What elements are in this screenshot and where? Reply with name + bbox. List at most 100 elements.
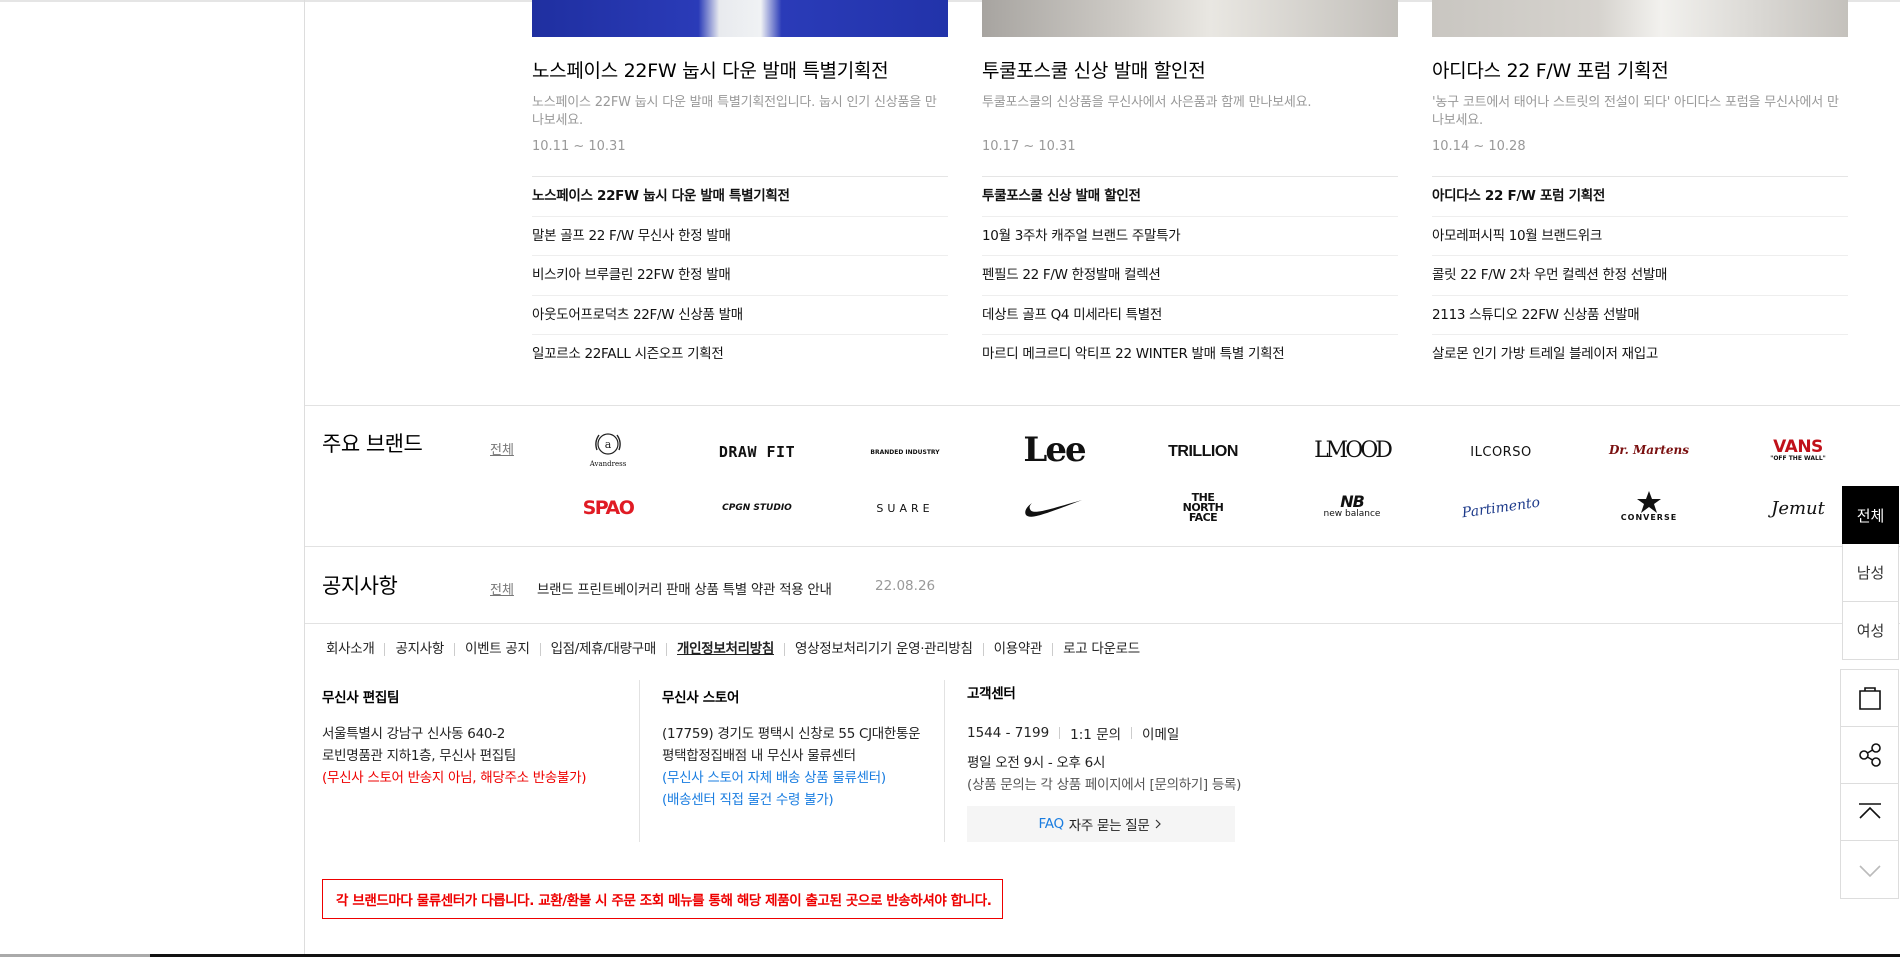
contact-row: 1544 - 7199 1:1 문의 이메일 (967, 723, 1241, 743)
tab-men[interactable]: 남성 (1842, 544, 1899, 602)
chevron-down-icon (1858, 864, 1881, 877)
brand-tagline: "OFF THE WALL" (1770, 454, 1826, 462)
event-title[interactable]: 노스페이스 22FW 눕시 다운 발매 특별기획전 (532, 56, 948, 83)
event-link[interactable]: 2113 스튜디오 22FW 신상품 선발매 (1432, 296, 1848, 335)
footer-link-event-notice[interactable]: 이벤트 공지 (453, 642, 540, 656)
svg-text:a: a (605, 438, 612, 451)
event-link[interactable]: 10월 3주차 캐주얼 브랜드 주말특가 (982, 217, 1398, 256)
brand-logo-converse[interactable]: CONVERSE (1589, 484, 1709, 528)
notice-section: 공지사항 전체 브랜드 프린트베이커리 판매 상품 특별 약관 적용 안내 22… (305, 548, 1900, 624)
address-line: 평택합정집배점 내 무신사 물류센터 (662, 748, 856, 764)
event-banner-image[interactable] (1432, 0, 1848, 37)
share-icon (1858, 743, 1881, 767)
address-line: 서울특별시 강남구 신사동 640-2 (322, 726, 506, 742)
footer-link-notice[interactable]: 공지사항 (384, 642, 453, 656)
event-link-list: 노스페이스 22FW 눕시 다운 발매 특별기획전 말본 골프 22 F/W 무… (532, 176, 948, 375)
separator (1131, 727, 1133, 739)
brand-logo-cpgn-studio[interactable]: CPGN STUDIO (697, 486, 817, 530)
event-link[interactable]: 투쿨포스쿨 신상 발매 할인전 (982, 177, 1398, 217)
footer-col-title: 무신사 편집팀 (322, 690, 400, 706)
share-button[interactable] (1841, 727, 1898, 784)
laurel-emblem-icon: a (595, 433, 621, 455)
event-date: 10.14 ~ 10.28 (1432, 139, 1526, 154)
event-link[interactable]: 말본 골프 22 F/W 무신사 한정 발매 (532, 217, 948, 256)
event-link[interactable]: 비스키아 브루클린 22FW 한정 발매 (532, 256, 948, 296)
event-link[interactable]: 아디다스 22 F/W 포럼 기획전 (1432, 177, 1848, 217)
event-link-list: 아디다스 22 F/W 포럼 기획전 아모레퍼시픽 10월 브랜드위크 콜릿 2… (1432, 176, 1848, 375)
event-link[interactable]: 노스페이스 22FW 눕시 다운 발매 특별기획전 (532, 177, 948, 217)
event-link[interactable]: 아웃도어프로덕츠 22F/W 신상품 발매 (532, 296, 948, 335)
cart-button[interactable] (1841, 670, 1898, 727)
brand-logo-dr-martens[interactable]: Dr. Martens (1589, 428, 1709, 472)
footer-link-privacy[interactable]: 개인정보처리방침 (666, 642, 784, 656)
event-description: 노스페이스 22FW 눕시 다운 발매 특별기획전입니다. 눕시 인기 신상품을… (532, 95, 937, 128)
event-banner-image[interactable] (532, 0, 948, 37)
brand-name: VANS (1773, 436, 1823, 457)
footer-link-company[interactable]: 회사소개 (323, 642, 384, 656)
footer-link-logo-download[interactable]: 로고 다운로드 (1052, 642, 1150, 656)
one-to-one-inquiry-link[interactable]: 1:1 문의 (1070, 723, 1121, 743)
brand-logo-trillion[interactable]: TRILLION (1143, 430, 1263, 474)
brand-logo-avandress[interactable]: a Avandress (548, 427, 668, 471)
nb-mark-icon: NB (1340, 491, 1365, 511)
brand-logo-lmood[interactable]: LMOOD (1292, 428, 1412, 472)
brand-logo-suare[interactable]: SUARE (845, 486, 965, 530)
footer-link-partnership[interactable]: 입점/제휴/대량구매 (539, 642, 666, 656)
footer-col-title: 고객센터 (967, 686, 1016, 702)
shopping-bag-icon (1858, 687, 1881, 710)
brand-name: Avandress (589, 460, 627, 468)
event-title[interactable]: 아디다스 22 F/W 포럼 기획전 (1432, 56, 1848, 83)
brand-logo-the-north-face[interactable]: THE NORTH FACE (1143, 486, 1263, 530)
footer-link-cctv-policy[interactable]: 영상정보처리기기 운영·관리방침 (784, 642, 983, 656)
scroll-top-icon (1858, 803, 1881, 819)
event-link[interactable]: 펜필드 22 F/W 한정발매 컬렉션 (982, 256, 1398, 296)
separator (1059, 727, 1061, 739)
event-card: 노스페이스 22FW 눕시 다운 발매 특별기획전 노스페이스 22FW 눕시 … (532, 0, 948, 375)
address-line: (17759) 경기도 평택시 신창로 55 CJ대한통운 (662, 726, 921, 742)
nike-swoosh-icon (1025, 500, 1082, 517)
brand-logo-spao[interactable]: SPAO (548, 486, 668, 530)
brand-logo-drawfit[interactable]: DRAW FIT (697, 430, 817, 474)
brand-name: THE NORTH FACE (1182, 491, 1224, 524)
brand-logo-nike[interactable] (994, 486, 1114, 530)
return-warning-notice: 각 브랜드마다 물류센터가 다릅니다. 교환/환불 시 주문 조회 메뉴를 통해… (322, 879, 1003, 919)
email-link[interactable]: 이메일 (1142, 723, 1179, 743)
address-note: (무신사 스토어 자체 배송 상품 물류센터) (662, 770, 886, 786)
brand-logo-ilcorso[interactable]: ILCORSO (1441, 430, 1561, 474)
event-title[interactable]: 투쿨포스쿨 신상 발매 할인전 (982, 56, 1398, 83)
notice-item-link[interactable]: 브랜드 프린트베이커리 판매 상품 특별 약관 적용 안내 (537, 578, 832, 598)
event-link[interactable]: 아모레퍼시픽 10월 브랜드위크 (1432, 217, 1848, 256)
brand-logo-branded-industry[interactable]: BRANDED INDUSTRY (845, 430, 965, 474)
faq-label: FAQ (1038, 816, 1065, 832)
scroll-down-button[interactable] (1841, 841, 1898, 898)
inquiry-note: (상품 문의는 각 상품 페이지에서 [문의하기] 등록) (967, 777, 1242, 793)
gender-filter-tabs: 전체 남성 여성 (1842, 486, 1899, 660)
footer-link-terms[interactable]: 이용약관 (982, 642, 1052, 656)
chevron-right-icon (1156, 819, 1162, 829)
event-card: 투쿨포스쿨 신상 발매 할인전 투쿨포스쿨의 신상품을 무신사에서 사은품과 함… (982, 0, 1398, 375)
event-description: '농구 코트에서 태어나 스트릿의 전설이 되다' 아디다스 포럼을 무신사에서… (1432, 95, 1839, 128)
footer-store-info: 무신사 스토어 (17759) 경기도 평택시 신창로 55 CJ대한통운 평택… (662, 686, 921, 811)
notice-see-all-link[interactable]: 전체 (490, 579, 514, 598)
business-hours: 평일 오전 9시 - 오후 6시 (967, 755, 1106, 771)
event-link[interactable]: 살로몬 인기 가방 트레일 블레이저 재입고 (1432, 335, 1848, 375)
event-link[interactable]: 데상트 골프 Q4 미세라티 특별전 (982, 296, 1398, 335)
event-banner-image[interactable] (982, 0, 1398, 37)
brand-logo-jemut[interactable]: Jemut (1738, 486, 1858, 530)
brand-logo-partimento[interactable]: Partimento (1439, 478, 1564, 538)
address-note: (배송센터 직접 물건 수령 불가) (662, 792, 834, 808)
brands-see-all-link[interactable]: 전체 (490, 439, 514, 458)
notice-date: 22.08.26 (875, 578, 936, 594)
brand-logo-new-balance[interactable]: NB new balance (1292, 484, 1412, 528)
phone-number: 1544 - 7199 (967, 725, 1050, 741)
event-link[interactable]: 콜릿 22 F/W 2차 우먼 컬렉션 한정 선발매 (1432, 256, 1848, 296)
tab-all[interactable]: 전체 (1842, 486, 1899, 544)
brand-logo-vans[interactable]: VANS "OFF THE WALL" (1738, 428, 1858, 472)
event-link[interactable]: 일꼬르소 22FALL 시즌오프 기획전 (532, 335, 948, 375)
brand-logo-lee[interactable]: Lee (994, 428, 1114, 472)
faq-button[interactable]: FAQ 자주 묻는 질문 (967, 806, 1235, 842)
event-card: 아디다스 22 F/W 포럼 기획전 '농구 코트에서 태어나 스트릿의 전설이… (1432, 0, 1848, 375)
tab-women[interactable]: 여성 (1842, 602, 1899, 660)
event-link[interactable]: 마르디 메크르디 악티프 22 WINTER 발매 특별 기획전 (982, 335, 1398, 375)
scroll-top-button[interactable] (1841, 784, 1898, 841)
